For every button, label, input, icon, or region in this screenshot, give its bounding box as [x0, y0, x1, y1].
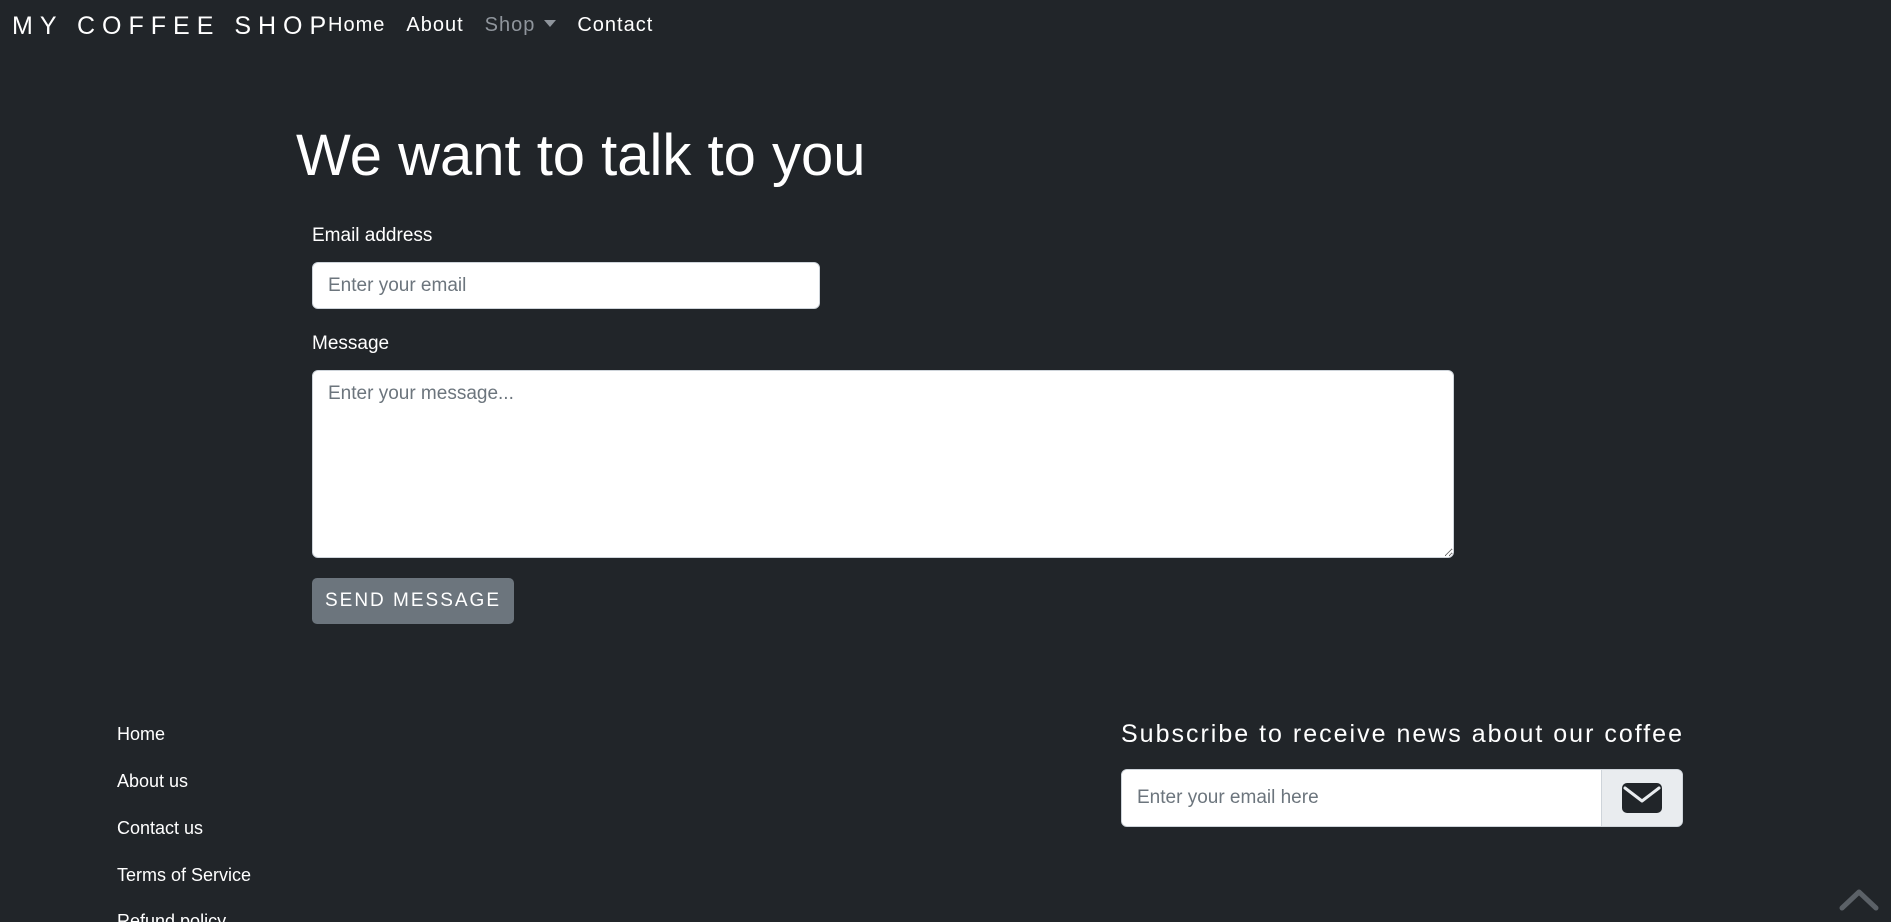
- nav-link-home[interactable]: Home: [328, 14, 385, 37]
- subscribe-group: [1121, 769, 1683, 827]
- send-message-button[interactable]: SEND MESSAGE: [312, 578, 514, 624]
- nav-link-shop-label: Shop: [484, 14, 536, 36]
- footer-link-terms[interactable]: Terms of Service: [117, 865, 251, 886]
- navbar: MY COFFEE SHOP Home About Shop Contact: [0, 0, 1891, 54]
- envelope-icon: [1622, 783, 1662, 813]
- nav-links: Home About Shop Contact: [328, 14, 674, 37]
- footer-link-home[interactable]: Home: [117, 724, 165, 745]
- message-label: Message: [312, 333, 390, 354]
- footer-link-contact-us[interactable]: Contact us: [117, 818, 203, 839]
- nav-link-contact[interactable]: Contact: [577, 14, 653, 37]
- subscribe-title: Subscribe to receive news about our coff…: [1121, 720, 1684, 748]
- scroll-to-top-button[interactable]: [1838, 884, 1880, 914]
- chevron-up-icon: [1839, 889, 1879, 911]
- caret-down-icon: [544, 20, 557, 27]
- nav-dropdown-shop[interactable]: Shop: [485, 14, 557, 37]
- brand-logo[interactable]: MY COFFEE SHOP: [12, 12, 333, 41]
- page-title: We want to talk to you: [296, 123, 866, 188]
- nav-link-about[interactable]: About: [406, 14, 463, 37]
- page: MY COFFEE SHOP Home About Shop Contact W…: [0, 0, 1891, 922]
- subscribe-email-input[interactable]: [1122, 770, 1601, 826]
- footer-link-about-us[interactable]: About us: [117, 771, 188, 792]
- email-label: Email address: [312, 225, 433, 246]
- footer-link-refund-policy[interactable]: Refund policy: [117, 911, 226, 922]
- email-input[interactable]: [312, 262, 820, 309]
- message-textarea[interactable]: [312, 370, 1454, 558]
- subscribe-button[interactable]: [1601, 770, 1682, 826]
